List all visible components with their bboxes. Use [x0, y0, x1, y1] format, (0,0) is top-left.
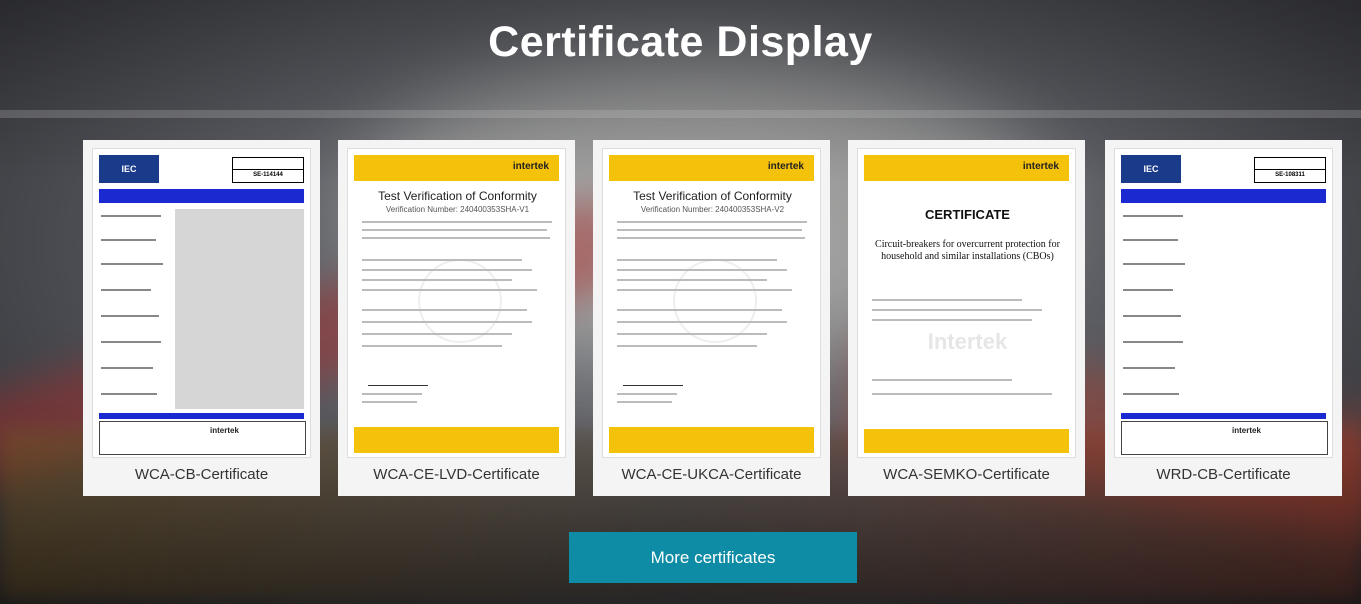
certificate-image[interactable]: intertek Test Verification of Conformity…	[347, 148, 566, 458]
watermark: Intertek	[927, 329, 1008, 354]
certificate-card[interactable]: intertek Test Verification of Conformity…	[338, 140, 575, 496]
intertek-logo-icon: intertek	[512, 161, 549, 172]
section-title: Certificate Display	[488, 18, 873, 66]
certificate-caption: WCA-CE-LVD-Certificate	[373, 466, 540, 483]
reference-number: SE-114144	[232, 157, 304, 183]
certificate-card[interactable]: IEC SE-114144 intertek WCA-CB-Certificat…	[83, 140, 320, 496]
certificate-caption: WRD-CB-Certificate	[1156, 466, 1291, 483]
intertek-logo-icon: intertek	[1022, 161, 1059, 172]
certificate-caption: WCA-SEMKO-Certificate	[883, 466, 1050, 483]
intertek-logo-icon: intertek	[210, 426, 239, 435]
certificate-image[interactable]: intertek Test Verification of Conformity…	[602, 148, 821, 458]
iec-logo-icon: IEC	[1121, 155, 1181, 183]
certificate-card[interactable]: IEC SE-108311 intertek WRD-CB-Certificat…	[1105, 140, 1342, 496]
reference-number: SE-108311	[1254, 157, 1326, 183]
intertek-logo-icon: intertek	[1232, 426, 1261, 435]
iec-logo-icon: IEC	[99, 155, 159, 183]
certificate-card[interactable]: intertek CERTIFICATE Circuit-breakers fo…	[848, 140, 1085, 496]
certificate-card[interactable]: intertek Test Verification of Conformity…	[593, 140, 830, 496]
certificate-gallery: IEC SE-114144 intertek WCA-CB-Certificat…	[83, 140, 1343, 496]
certificate-image[interactable]: IEC SE-114144 intertek	[92, 148, 311, 458]
more-certificates-button[interactable]: More certificates	[569, 532, 857, 583]
certificate-image[interactable]: IEC SE-108311 intertek	[1114, 148, 1333, 458]
certificate-caption: WCA-CE-UKCA-Certificate	[621, 466, 802, 483]
intertek-logo-icon: intertek	[767, 161, 804, 172]
certificate-caption: WCA-CB-Certificate	[134, 466, 269, 483]
certificate-image[interactable]: intertek CERTIFICATE Circuit-breakers fo…	[857, 148, 1076, 458]
